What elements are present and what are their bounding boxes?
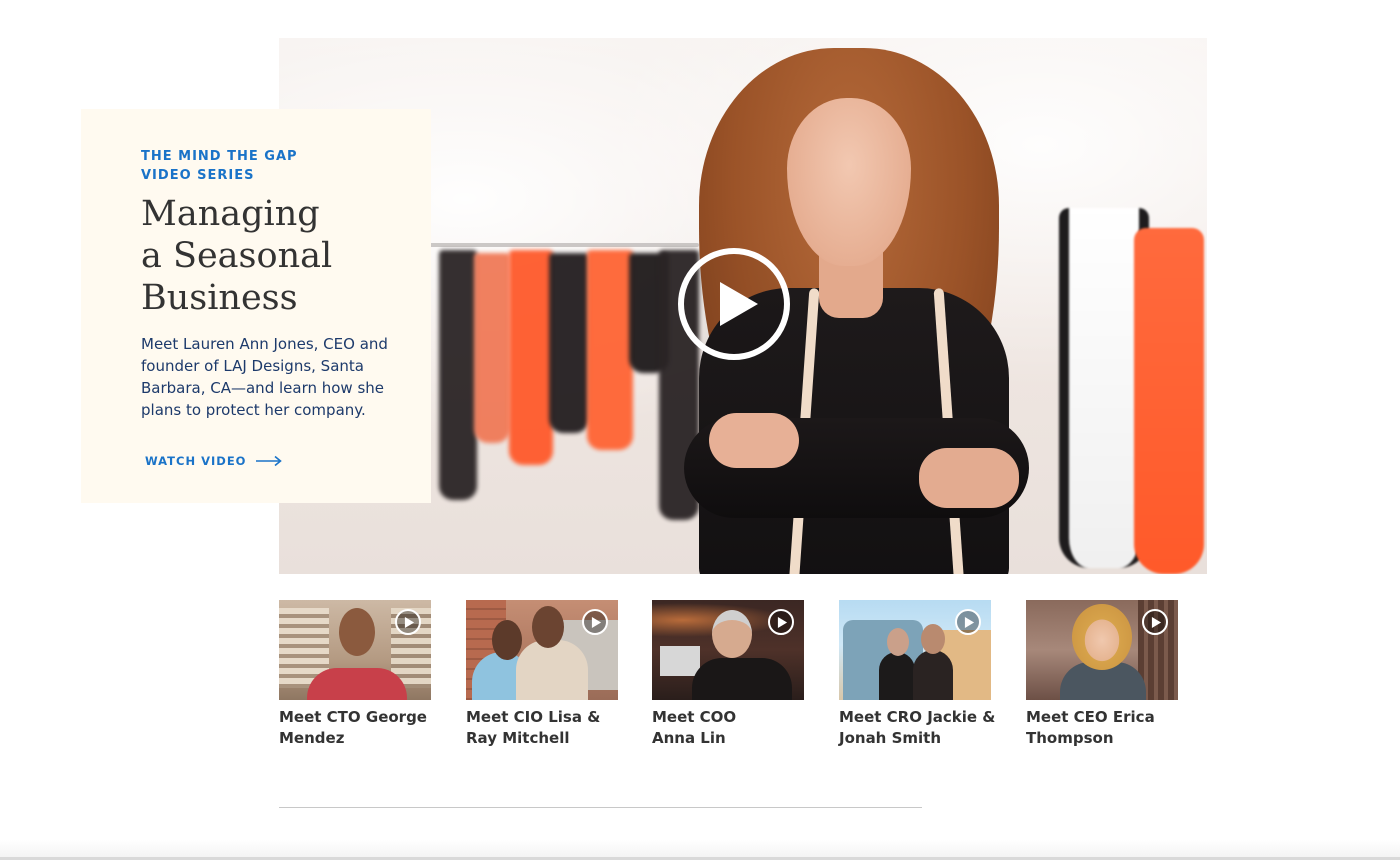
person-body	[913, 650, 953, 700]
series-eyebrow: THE MIND THE GAP VIDEO SERIES	[141, 147, 393, 185]
person-head	[887, 628, 909, 656]
person-body	[307, 668, 407, 700]
person-head	[1072, 604, 1132, 670]
page: THE MIND THE GAP VIDEO SERIES Managing a…	[0, 0, 1400, 860]
caption-line: Meet CEO Erica	[1026, 708, 1155, 726]
thumbnail-image	[1026, 600, 1178, 700]
eyebrow-line: VIDEO SERIES	[141, 168, 255, 183]
person-head	[921, 624, 945, 654]
watch-video-label: WATCH VIDEO	[145, 454, 247, 468]
person-body	[879, 652, 915, 700]
section-divider	[279, 807, 922, 808]
caption-line: Meet CIO Lisa &	[466, 708, 601, 726]
garment	[509, 250, 553, 465]
person-body	[692, 658, 792, 700]
play-icon	[591, 616, 601, 628]
play-icon	[777, 616, 787, 628]
person-hand	[919, 448, 1019, 508]
person-body	[516, 640, 588, 700]
video-thumbnail[interactable]: Meet CEO Erica Thompson	[1026, 600, 1179, 749]
person-head	[532, 606, 564, 648]
title-line: Managing	[141, 194, 320, 234]
eyebrow-line: THE MIND THE GAP	[141, 149, 298, 164]
caption-line: Meet CRO Jackie &	[839, 708, 996, 726]
watch-video-link[interactable]: WATCH VIDEO	[145, 454, 393, 468]
person-hand	[709, 413, 799, 468]
video-thumbnail[interactable]: Meet CTO George Mendez	[279, 600, 432, 749]
caption-line: Anna Lin	[652, 729, 726, 747]
caption-line: Ray Mitchell	[466, 729, 570, 747]
person-head	[712, 610, 752, 658]
caption-line: Meet COO	[652, 708, 737, 726]
laptop	[660, 646, 700, 676]
video-thumbnail[interactable]: Meet COO Anna Lin	[652, 600, 805, 749]
play-icon	[1151, 616, 1161, 628]
caption-line: Meet CTO George	[279, 708, 427, 726]
feature-card: THE MIND THE GAP VIDEO SERIES Managing a…	[81, 109, 431, 503]
orange-dress	[1134, 228, 1204, 574]
caption-line: Mendez	[279, 729, 345, 747]
garment	[549, 253, 589, 433]
play-button[interactable]	[768, 609, 794, 635]
play-button[interactable]	[582, 609, 608, 635]
thumbnail-caption[interactable]: Meet CEO Erica Thompson	[1026, 707, 1186, 749]
thumbnail-caption[interactable]: Meet CIO Lisa & Ray Mitchell	[466, 707, 626, 749]
clothes-rack	[429, 243, 699, 247]
thumbnail-image	[279, 600, 431, 700]
video-thumbnails: Meet CTO George Mendez Meet CIO Lisa & R…	[279, 600, 1199, 750]
play-icon	[404, 616, 414, 628]
feature-description: Meet Lauren Ann Jones, CEO and founder o…	[141, 335, 388, 419]
caption-line: Jonah Smith	[839, 729, 942, 747]
garment	[587, 250, 633, 450]
title-line: a Seasonal	[141, 236, 333, 276]
play-icon	[720, 282, 758, 326]
thumbnail-caption[interactable]: Meet CTO George Mendez	[279, 707, 439, 749]
thumbnail-image	[839, 600, 991, 700]
garment	[474, 253, 510, 443]
title-line: Business	[141, 278, 298, 318]
play-button[interactable]	[395, 609, 421, 635]
garment	[439, 250, 477, 500]
play-icon	[964, 616, 974, 628]
thumbnail-image	[466, 600, 618, 700]
video-thumbnail[interactable]: Meet CIO Lisa & Ray Mitchell	[466, 600, 619, 749]
play-button[interactable]	[955, 609, 981, 635]
feature-title: Managing a Seasonal Business	[141, 193, 393, 319]
video-thumbnail[interactable]: Meet CRO Jackie & Jonah Smith	[839, 600, 995, 749]
thumbnail-image	[652, 600, 804, 700]
person-head	[339, 608, 375, 656]
thumbnail-caption[interactable]: Meet CRO Jackie & Jonah Smith	[839, 707, 999, 749]
person-head	[492, 620, 522, 660]
play-button[interactable]	[1142, 609, 1168, 635]
thumbnail-caption[interactable]: Meet COO Anna Lin	[652, 707, 812, 749]
arrow-right-icon	[256, 455, 283, 467]
play-button[interactable]	[678, 248, 790, 360]
caption-line: Thompson	[1026, 729, 1114, 747]
